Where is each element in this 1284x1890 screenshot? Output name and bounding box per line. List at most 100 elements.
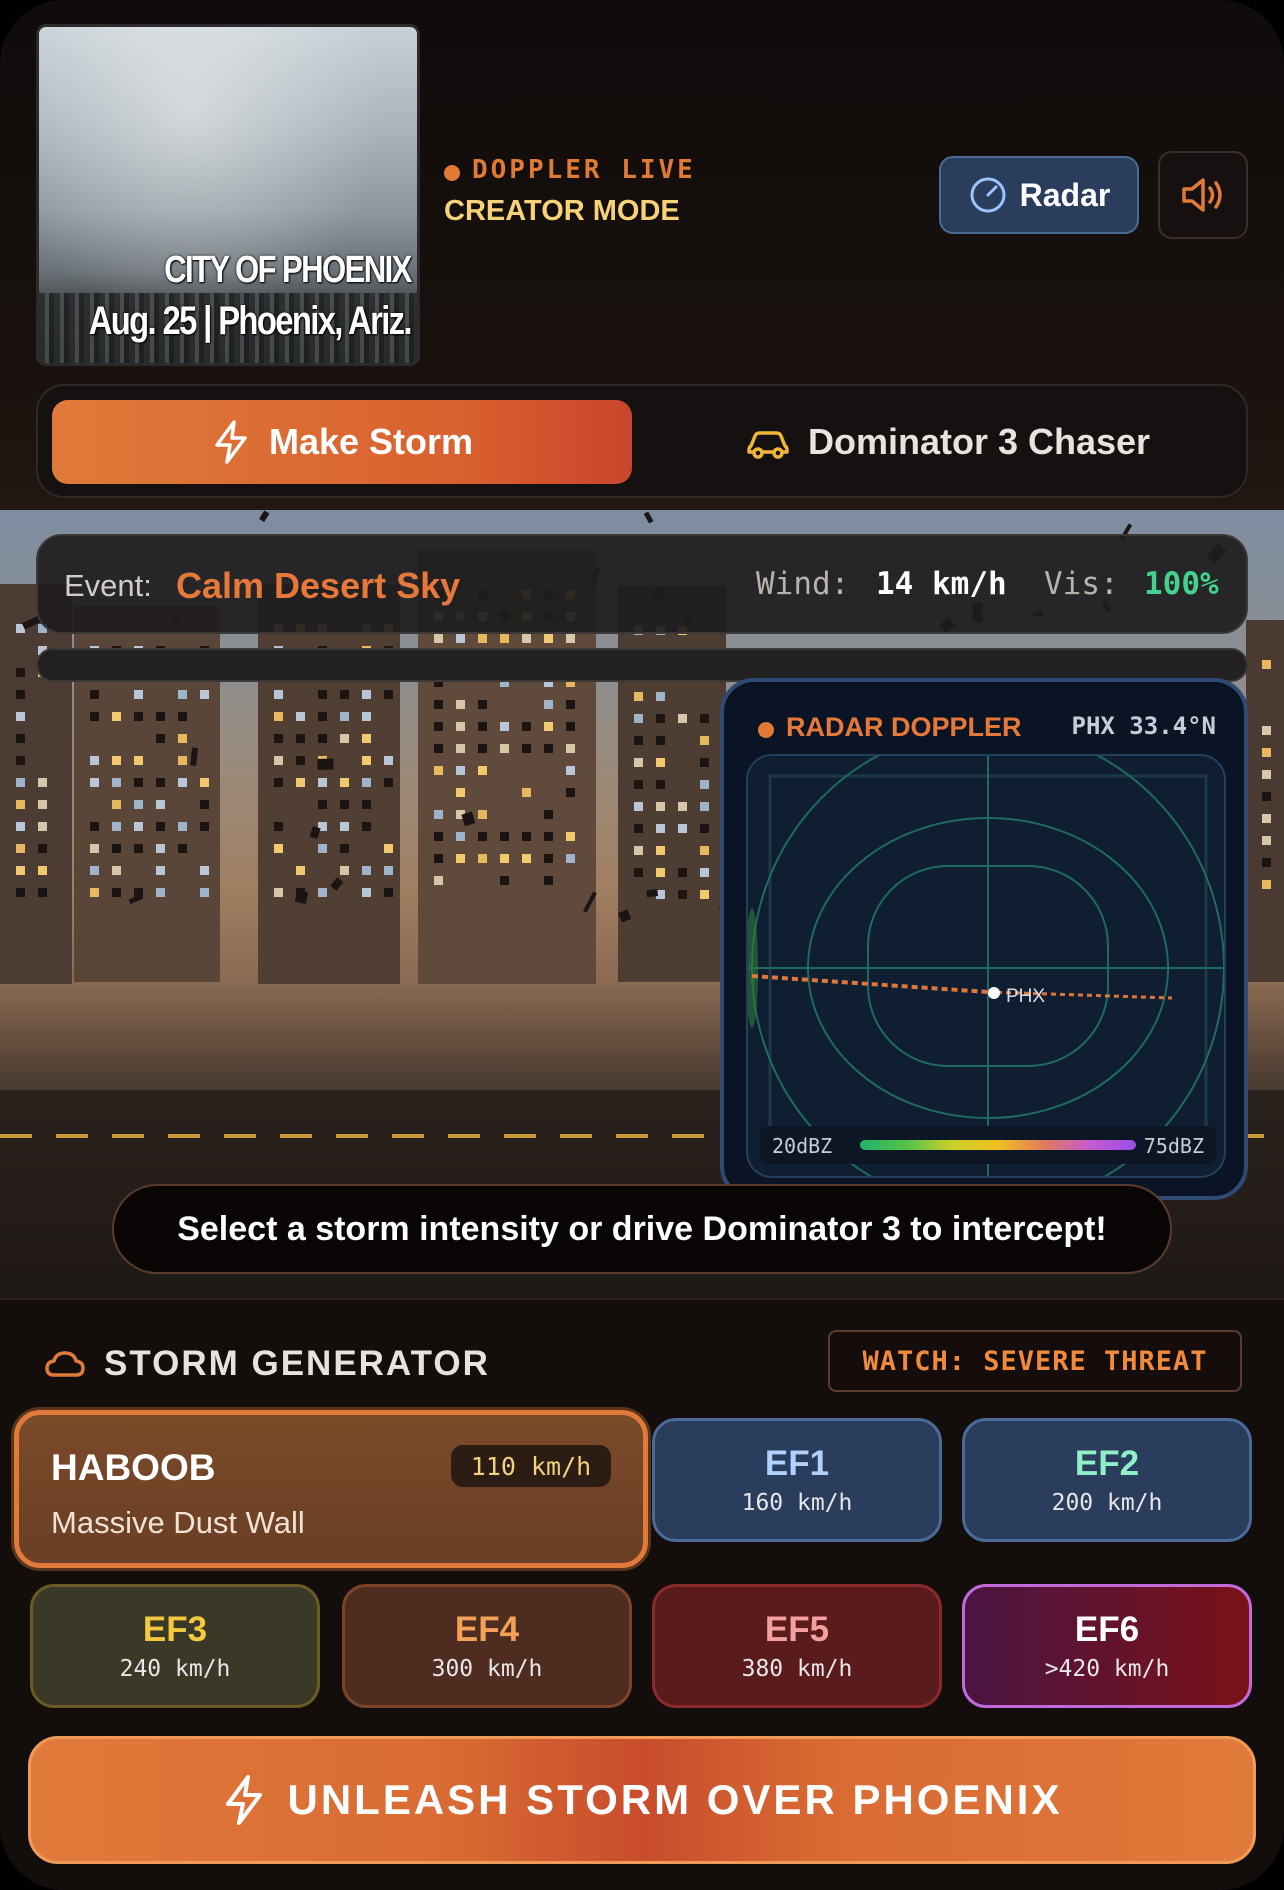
building-window bbox=[112, 844, 121, 853]
building-window bbox=[544, 744, 553, 753]
building-window bbox=[200, 800, 209, 809]
building-window bbox=[112, 866, 121, 875]
building-window bbox=[156, 800, 165, 809]
building-window bbox=[318, 712, 327, 721]
radar-coordinates: PHX 33.4°N bbox=[1071, 712, 1217, 740]
ef5-speed: 380 km/h bbox=[741, 1656, 853, 1682]
building-window bbox=[456, 700, 465, 709]
building-window bbox=[112, 822, 121, 831]
debris-particle bbox=[643, 511, 654, 524]
ef5-card[interactable]: EF5 380 km/h bbox=[652, 1584, 942, 1708]
radar-screen[interactable]: PHX 20dBZ 75dBZ bbox=[746, 754, 1226, 1178]
building-window bbox=[156, 778, 165, 787]
building-window bbox=[566, 832, 575, 841]
wind-value: 14 km/h bbox=[876, 566, 1007, 602]
building-window bbox=[700, 758, 709, 767]
building-window bbox=[544, 832, 553, 841]
building-window bbox=[340, 800, 349, 809]
building-window bbox=[340, 844, 349, 853]
building-window bbox=[1262, 880, 1271, 889]
building-window bbox=[362, 866, 371, 875]
haboob-card[interactable]: HABOOB Massive Dust Wall 110 km/h bbox=[14, 1410, 648, 1568]
building-window bbox=[156, 866, 165, 875]
building-window bbox=[522, 722, 531, 731]
building-window bbox=[478, 722, 487, 731]
tab-dominator-chaser[interactable]: Dominator 3 Chaser bbox=[658, 400, 1238, 484]
building-window bbox=[544, 722, 553, 731]
building-window bbox=[656, 758, 665, 767]
building-window bbox=[656, 846, 665, 855]
city-scene: Event: Calm Desert Sky Wind: 14 km/h Vis… bbox=[0, 510, 1284, 1298]
thumbnail-caption-line2: Aug. 25 | Phoenix, Ariz. bbox=[88, 299, 413, 343]
building-window bbox=[362, 822, 371, 831]
ef1-card[interactable]: EF1 160 km/h bbox=[652, 1418, 942, 1542]
radar-doppler-panel: RADAR DOPPLER PHX 33.4°N PHX 20dBZ 75dBZ bbox=[720, 678, 1248, 1200]
building-window bbox=[566, 722, 575, 731]
building-window bbox=[38, 800, 47, 809]
building-window bbox=[478, 700, 487, 709]
tab-make-storm[interactable]: Make Storm bbox=[52, 400, 632, 484]
tab-dominator-chaser-label: Dominator 3 Chaser bbox=[807, 421, 1151, 462]
watch-badge: WATCH: SEVERE THREAT bbox=[828, 1330, 1242, 1392]
visibility-label: Vis: bbox=[1044, 566, 1119, 602]
ef3-card[interactable]: EF3 240 km/h bbox=[30, 1584, 320, 1708]
building-window bbox=[112, 756, 121, 765]
building-window bbox=[656, 802, 665, 811]
building-window bbox=[700, 736, 709, 745]
building-window bbox=[178, 712, 187, 721]
building-window bbox=[566, 854, 575, 863]
mode-tabs: Make Storm Dominator 3 Chaser bbox=[36, 384, 1248, 498]
building-window bbox=[156, 888, 165, 897]
building-window bbox=[678, 802, 687, 811]
building-window bbox=[38, 888, 47, 897]
hint-banner: Select a storm intensity or drive Domina… bbox=[112, 1184, 1172, 1274]
building-window bbox=[384, 888, 393, 897]
building-window bbox=[1262, 726, 1271, 735]
radar-title: RADAR DOPPLER bbox=[786, 712, 1022, 742]
building-window bbox=[434, 634, 443, 643]
building-window bbox=[112, 888, 121, 897]
building-window bbox=[478, 810, 487, 819]
radar-scale-gradient bbox=[860, 1140, 1136, 1150]
radar-intensity-legend: 20dBZ 75dBZ bbox=[760, 1126, 1216, 1164]
building-window bbox=[16, 712, 25, 721]
building-window bbox=[456, 634, 465, 643]
building-window bbox=[1262, 748, 1271, 757]
building-window bbox=[434, 854, 443, 863]
building-window bbox=[200, 888, 209, 897]
building-window bbox=[1262, 770, 1271, 779]
ef5-name: EF5 bbox=[764, 1610, 830, 1649]
building-window bbox=[1262, 660, 1271, 669]
building-window bbox=[340, 822, 349, 831]
generator-title: STORM GENERATOR bbox=[104, 1344, 490, 1383]
building-window bbox=[700, 780, 709, 789]
sound-button[interactable] bbox=[1158, 151, 1248, 239]
building-window bbox=[16, 800, 25, 809]
building-window bbox=[362, 734, 371, 743]
building-window bbox=[700, 824, 709, 833]
ef2-speed: 200 km/h bbox=[1051, 1490, 1163, 1516]
building-window bbox=[384, 778, 393, 787]
ef4-speed: 300 km/h bbox=[431, 1656, 543, 1682]
building-window bbox=[178, 844, 187, 853]
phoenix-news-thumbnail[interactable]: CITY OF PHOENIX Aug. 25 | Phoenix, Ariz. bbox=[36, 24, 420, 366]
building-window bbox=[134, 690, 143, 699]
event-name: Calm Desert Sky bbox=[176, 565, 461, 606]
building-window bbox=[318, 690, 327, 699]
unleash-storm-button[interactable]: UNLEASH STORM OVER PHOENIX bbox=[28, 1736, 1256, 1864]
ef6-card[interactable]: EF6 >420 km/h bbox=[962, 1584, 1252, 1708]
building-window bbox=[318, 844, 327, 853]
building-window bbox=[296, 756, 305, 765]
building-window bbox=[478, 766, 487, 775]
ef4-card[interactable]: EF4 300 km/h bbox=[342, 1584, 632, 1708]
ef2-card[interactable]: EF2 200 km/h bbox=[962, 1418, 1252, 1542]
building-window bbox=[500, 634, 509, 643]
debris-particle bbox=[646, 889, 659, 898]
building-window bbox=[134, 712, 143, 721]
radar-button[interactable]: Radar bbox=[939, 156, 1139, 234]
building-window bbox=[16, 778, 25, 787]
building-window bbox=[200, 778, 209, 787]
storm-progress-bar bbox=[36, 648, 1248, 682]
building-window bbox=[456, 766, 465, 775]
building-window bbox=[522, 788, 531, 797]
